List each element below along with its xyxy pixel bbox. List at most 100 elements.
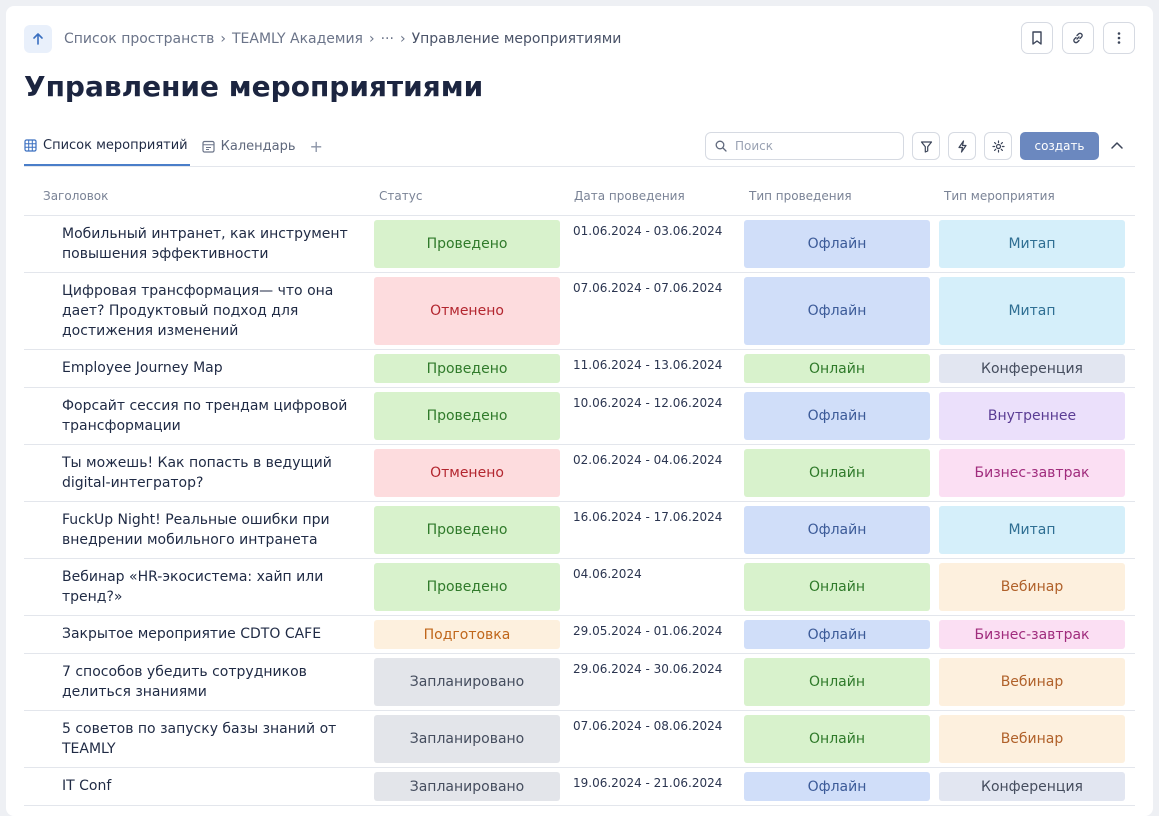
column-header-type[interactable]: Тип мероприятия <box>944 189 1055 203</box>
create-button[interactable]: создать <box>1020 132 1099 160</box>
status-badge[interactable]: Проведено <box>374 506 560 554</box>
event-type-badge[interactable]: Митап <box>939 506 1125 554</box>
table-row[interactable]: IT Conf Запланировано 19.06.2024 - 21.06.2… <box>24 768 1135 806</box>
column-header-date[interactable]: Дата проведения <box>574 189 685 203</box>
event-mode-badge[interactable]: Онлайн <box>744 715 930 763</box>
event-date: 19.06.2024 - 21.06.2024 <box>573 776 723 790</box>
event-title[interactable]: Форсайт сессия по трендам цифровой транс… <box>62 396 357 436</box>
event-mode-badge[interactable]: Офлайн <box>744 277 930 345</box>
status-badge[interactable]: Запланировано <box>374 772 560 801</box>
event-type-badge[interactable]: Бизнес-завтрак <box>939 620 1125 649</box>
column-header-title[interactable]: Заголовок <box>43 189 108 203</box>
event-date: 02.06.2024 - 04.06.2024 <box>573 453 723 467</box>
status-badge[interactable]: Проведено <box>374 563 560 611</box>
automation-button[interactable] <box>948 132 976 160</box>
event-type-badge[interactable]: Конференция <box>939 772 1125 801</box>
event-date: 07.06.2024 - 07.06.2024 <box>573 281 723 295</box>
status-badge[interactable]: Проведено <box>374 354 560 383</box>
event-title[interactable]: Ты можешь! Как попасть в ведущий digital… <box>62 453 357 493</box>
event-mode-badge[interactable]: Офлайн <box>744 506 930 554</box>
table-row[interactable]: Закрытое мероприятие CDTO CAFE Подготовка… <box>24 616 1135 654</box>
up-arrow-button[interactable] <box>24 25 52 53</box>
event-title[interactable]: Закрытое мероприятие CDTO CAFE <box>62 624 357 644</box>
event-date: 16.06.2024 - 17.06.2024 <box>573 510 723 524</box>
arrow-up-icon <box>33 33 43 45</box>
bookmark-button[interactable] <box>1021 22 1053 54</box>
copy-link-button[interactable] <box>1062 22 1094 54</box>
collapse-button[interactable] <box>1107 137 1127 159</box>
column-header-status[interactable]: Статус <box>379 189 422 203</box>
event-mode-badge[interactable]: Офлайн <box>744 392 930 440</box>
breadcrumb-space-link[interactable]: TEAMLY Академия <box>232 31 363 47</box>
add-tab-button[interactable]: + <box>310 130 323 162</box>
event-type-badge[interactable]: Вебинар <box>939 715 1125 763</box>
table-row[interactable]: Ты можешь! Как попасть в ведущий digital… <box>24 445 1135 502</box>
event-mode-badge[interactable]: Онлайн <box>744 354 930 383</box>
page-title: Управление мероприятиями <box>24 70 484 103</box>
event-title[interactable]: Цифровая трансформация— что она дает? Пр… <box>62 281 357 341</box>
event-type-badge[interactable]: Вебинар <box>939 658 1125 706</box>
event-type-badge[interactable]: Митап <box>939 220 1125 268</box>
search-icon <box>715 140 727 152</box>
event-type-badge[interactable]: Бизнес-завтрак <box>939 449 1125 497</box>
tab-calendar[interactable]: Календарь <box>202 130 298 162</box>
table-row[interactable]: Вебинар «HR-экосистема: хайп или тренд?»… <box>24 559 1135 616</box>
event-date: 29.05.2024 - 01.06.2024 <box>573 624 723 638</box>
event-mode-badge[interactable]: Онлайн <box>744 658 930 706</box>
filter-button[interactable] <box>912 132 940 160</box>
event-title[interactable]: 7 способов убедить сотрудников делиться … <box>62 662 357 702</box>
table-row[interactable]: 5 советов по запуску базы знаний от TEAM… <box>24 711 1135 768</box>
lightning-icon <box>957 139 967 153</box>
table-row[interactable]: Цифровая трансформация— что она дает? Пр… <box>24 273 1135 350</box>
status-badge[interactable]: Отменено <box>374 449 560 497</box>
table-row[interactable]: 7 способов убедить сотрудников делиться … <box>24 654 1135 711</box>
table-row[interactable]: FuckUp Night! Реальные ошибки при внедре… <box>24 502 1135 559</box>
status-badge[interactable]: Проведено <box>374 220 560 268</box>
main-panel: Список пространств › TEAMLY Академия › ·… <box>6 6 1153 816</box>
tab-label: Календарь <box>220 138 296 154</box>
search-input[interactable] <box>735 139 895 153</box>
column-header-mode[interactable]: Тип проведения <box>749 189 852 203</box>
header-actions <box>1021 22 1135 54</box>
event-title[interactable]: FuckUp Night! Реальные ошибки при внедре… <box>62 510 357 550</box>
event-type-badge[interactable]: Внутреннее <box>939 392 1125 440</box>
more-menu-button[interactable] <box>1103 22 1135 54</box>
filter-icon <box>920 140 932 153</box>
view-tabs: Список мероприятий Календарь + <box>24 130 323 166</box>
event-title[interactable]: Мобильный интранет, как инструмент повыш… <box>62 224 357 264</box>
table-row[interactable]: Форсайт сессия по трендам цифровой транс… <box>24 388 1135 445</box>
event-date: 29.06.2024 - 30.06.2024 <box>573 662 723 676</box>
tab-events-list[interactable]: Список мероприятий <box>24 130 190 166</box>
breadcrumb-spaces-link[interactable]: Список пространств <box>64 31 214 47</box>
event-mode-badge[interactable]: Онлайн <box>744 449 930 497</box>
event-mode-badge[interactable]: Офлайн <box>744 220 930 268</box>
status-badge[interactable]: Отменено <box>374 277 560 345</box>
table-row[interactable]: Мобильный интранет, как инструмент повыш… <box>24 216 1135 273</box>
tab-label: Список мероприятий <box>43 137 188 153</box>
breadcrumb-separator: › <box>220 31 226 47</box>
event-date: 04.06.2024 <box>573 567 642 581</box>
event-title[interactable]: Вебинар «HR-экосистема: хайп или тренд?» <box>62 567 357 607</box>
event-title[interactable]: IT Conf <box>62 776 357 796</box>
search-box[interactable] <box>705 132 904 160</box>
table-row[interactable]: Employee Journey Map Проведено 11.06.2024 … <box>24 350 1135 388</box>
event-type-badge[interactable]: Вебинар <box>939 563 1125 611</box>
settings-button[interactable] <box>984 132 1012 160</box>
status-badge[interactable]: Запланировано <box>374 658 560 706</box>
breadcrumb-separator: › <box>368 31 375 47</box>
event-type-badge[interactable]: Конференция <box>939 354 1125 383</box>
event-mode-badge[interactable]: Онлайн <box>744 563 930 611</box>
event-date: 10.06.2024 - 12.06.2024 <box>573 396 723 410</box>
breadcrumb-ellipsis[interactable]: ··· <box>381 31 394 47</box>
event-title[interactable]: Employee Journey Map <box>62 358 357 378</box>
event-type-badge[interactable]: Митап <box>939 277 1125 345</box>
status-badge[interactable]: Запланировано <box>374 715 560 763</box>
event-title[interactable]: 5 советов по запуску базы знаний от TEAM… <box>62 719 357 759</box>
bookmark-icon <box>1032 31 1042 45</box>
status-badge[interactable]: Подготовка <box>374 620 560 649</box>
event-mode-badge[interactable]: Офлайн <box>744 772 930 801</box>
status-badge[interactable]: Проведено <box>374 392 560 440</box>
event-mode-badge[interactable]: Офлайн <box>744 620 930 649</box>
events-table-body: Мобильный интранет, как инструмент повыш… <box>24 216 1135 806</box>
link-icon <box>1073 32 1083 44</box>
